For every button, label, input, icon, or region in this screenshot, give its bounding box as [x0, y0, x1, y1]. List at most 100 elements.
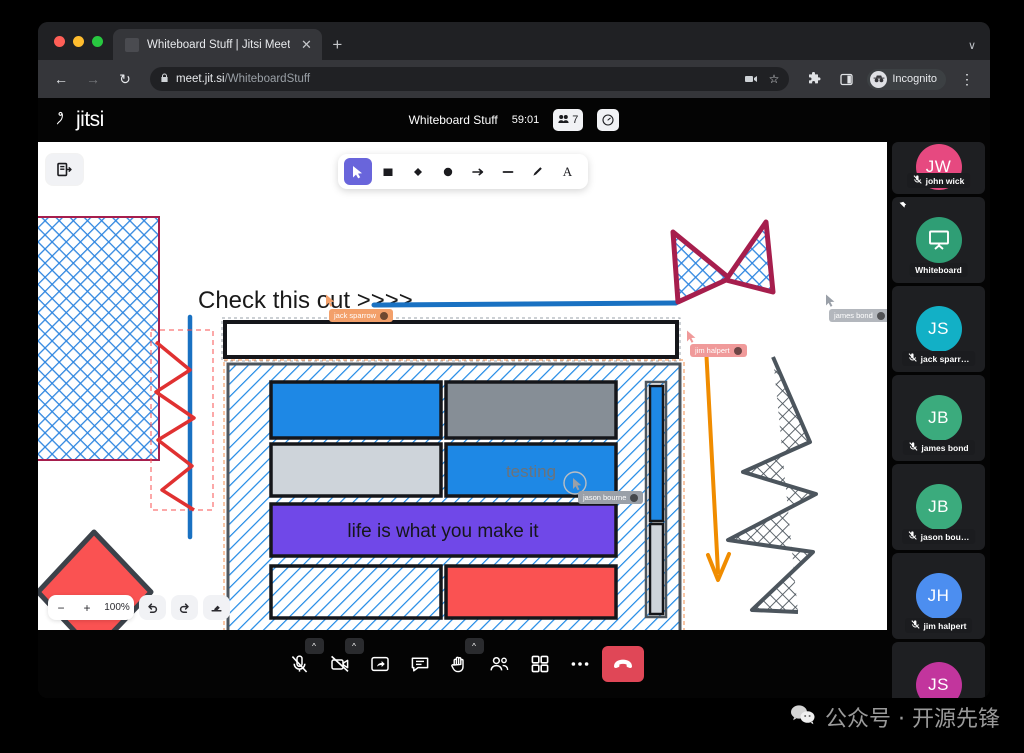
- browser-menu-icon[interactable]: ⋮: [956, 68, 978, 90]
- participant-tile[interactable]: JS jack sparr…: [892, 286, 985, 372]
- performance-settings-button[interactable]: [597, 109, 619, 131]
- bookmark-star-icon[interactable]: ☆: [769, 72, 780, 86]
- cursor-color-dot: [380, 312, 388, 320]
- cursor-label: james bond: [834, 311, 873, 320]
- avatar: JB: [916, 484, 962, 530]
- mic-off-icon: [913, 175, 922, 186]
- participants-toolbar-item: [482, 646, 518, 682]
- participant-name: jim halpert: [924, 621, 967, 631]
- address-bar[interactable]: meet.jit.si/WhiteboardStuff ☆: [150, 67, 789, 91]
- redo-button[interactable]: [171, 595, 198, 620]
- mic-off-icon: [911, 620, 920, 631]
- participant-name: jason bou…: [921, 532, 970, 542]
- people-icon: [558, 114, 569, 127]
- tool-diamond[interactable]: [404, 158, 432, 185]
- zoom-in-button[interactable]: +: [74, 595, 100, 620]
- whiteboard-menu-button[interactable]: [46, 154, 83, 185]
- close-window-button[interactable]: [54, 36, 65, 47]
- cursor-color-dot: [630, 494, 638, 502]
- tool-rectangle[interactable]: [374, 158, 402, 185]
- participant-tile[interactable]: JS jon snow: [892, 642, 985, 698]
- cast-icon[interactable]: [744, 73, 758, 85]
- side-panel-icon[interactable]: [835, 68, 857, 90]
- tab-title: Whiteboard Stuff | Jitsi Meet: [147, 39, 290, 51]
- participant-tile-whiteboard[interactable]: Whiteboard: [892, 197, 985, 283]
- window-traffic-lights: [50, 22, 113, 60]
- cursor-label: jim halpert: [695, 346, 730, 355]
- url-host: meet.jit.si: [176, 73, 225, 85]
- meeting-timer: 59:01: [512, 114, 540, 126]
- whiteboard-zoom-controls[interactable]: − + 100%: [48, 595, 230, 620]
- avatar-initials: JS: [928, 675, 949, 695]
- avatar-initials: JH: [928, 586, 950, 606]
- tool-text[interactable]: A: [554, 158, 582, 185]
- forward-button[interactable]: →: [82, 68, 104, 90]
- hangup-button[interactable]: [602, 646, 644, 682]
- avatar: JH: [916, 573, 962, 619]
- tile-view-button[interactable]: [522, 646, 558, 682]
- participant-count: 7: [572, 114, 578, 126]
- tool-ellipse[interactable]: [434, 158, 462, 185]
- reload-button[interactable]: ↻: [114, 68, 136, 90]
- participant-name-chip: jack sparr…: [902, 351, 976, 366]
- screen-share-button[interactable]: [362, 646, 398, 682]
- chat-toolbar-item: [402, 646, 438, 682]
- browser-nav-bar: ← → ↻ meet.jit.si/WhiteboardStuff ☆: [38, 60, 990, 98]
- zoom-level-label[interactable]: 100%: [100, 602, 134, 613]
- participant-count-chip[interactable]: 7: [553, 109, 583, 131]
- chat-button[interactable]: [402, 646, 438, 682]
- incognito-icon: [870, 71, 887, 88]
- mic-off-icon: [908, 442, 917, 453]
- chevron-down-icon[interactable]: ∨: [968, 39, 976, 52]
- tool-selection[interactable]: [344, 158, 372, 185]
- participant-name-chip: Whiteboard: [909, 263, 968, 277]
- more-toolbar-item: [562, 646, 598, 682]
- minimize-window-button[interactable]: [73, 36, 84, 47]
- whiteboard-toolbar[interactable]: A: [338, 154, 588, 189]
- participant-tile[interactable]: JB jason bou…: [892, 464, 985, 550]
- more-options-button[interactable]: [562, 646, 598, 682]
- zoom-group: − + 100%: [48, 595, 134, 620]
- close-icon[interactable]: ✕: [298, 38, 314, 51]
- lock-icon: [160, 73, 169, 85]
- incognito-label: Incognito: [892, 73, 937, 85]
- reset-canvas-button[interactable]: [203, 595, 230, 620]
- wechat-icon: [790, 704, 816, 731]
- hangup-toolbar-item: [602, 646, 644, 682]
- tool-line[interactable]: [494, 158, 522, 185]
- participant-tile[interactable]: JB james bond: [892, 375, 985, 461]
- tool-draw[interactable]: [524, 158, 552, 185]
- undo-button[interactable]: [139, 595, 166, 620]
- life-quote-text: life is what you make it: [347, 521, 539, 542]
- avatar-initials: JB: [928, 408, 949, 428]
- avatar-initials: JS: [928, 319, 949, 339]
- testing-text: testing: [506, 462, 556, 481]
- cursor-label: jack sparrow: [334, 311, 376, 320]
- incognito-indicator[interactable]: Incognito: [867, 69, 946, 90]
- tool-arrow[interactable]: [464, 158, 492, 185]
- jitsi-logo-mark: [55, 108, 75, 132]
- whiteboard-drawing[interactable]: Check this out >>>>: [38, 142, 887, 630]
- back-button[interactable]: ←: [50, 68, 72, 90]
- whiteboard-canvas[interactable]: Check this out >>>>: [38, 142, 887, 630]
- watermark: 公众号 · 开源先锋: [790, 701, 1000, 733]
- extensions-icon[interactable]: [803, 68, 825, 90]
- participant-name-chip: jason bou…: [902, 529, 976, 544]
- maximize-window-button[interactable]: [92, 36, 103, 47]
- participants-button[interactable]: [482, 646, 518, 682]
- jitsi-logo-text: jitsi: [76, 108, 104, 132]
- participant-filmstrip[interactable]: JW john wick: [887, 142, 990, 698]
- url-text: meet.jit.si/WhiteboardStuff: [176, 73, 310, 85]
- tab-favicon: [125, 38, 139, 52]
- zoom-out-button[interactable]: −: [48, 595, 74, 620]
- participant-tile[interactable]: JW john wick: [892, 142, 985, 194]
- avatar: JS: [916, 662, 962, 698]
- cursor-tag-james-bond: james bond: [829, 309, 887, 322]
- browser-tab[interactable]: Whiteboard Stuff | Jitsi Meet ✕: [113, 29, 322, 60]
- participant-tile[interactable]: JH jim halpert: [892, 553, 985, 639]
- participant-name-chip: james bond: [902, 440, 974, 455]
- tab-strip: Whiteboard Stuff | Jitsi Meet ✕ + ∨: [38, 22, 990, 60]
- jitsi-header: jitsi Whiteboard Stuff 59:01 7: [38, 98, 990, 142]
- cursor-tag-jack-sparrow: jack sparrow: [329, 309, 393, 322]
- new-tab-button[interactable]: +: [332, 36, 342, 53]
